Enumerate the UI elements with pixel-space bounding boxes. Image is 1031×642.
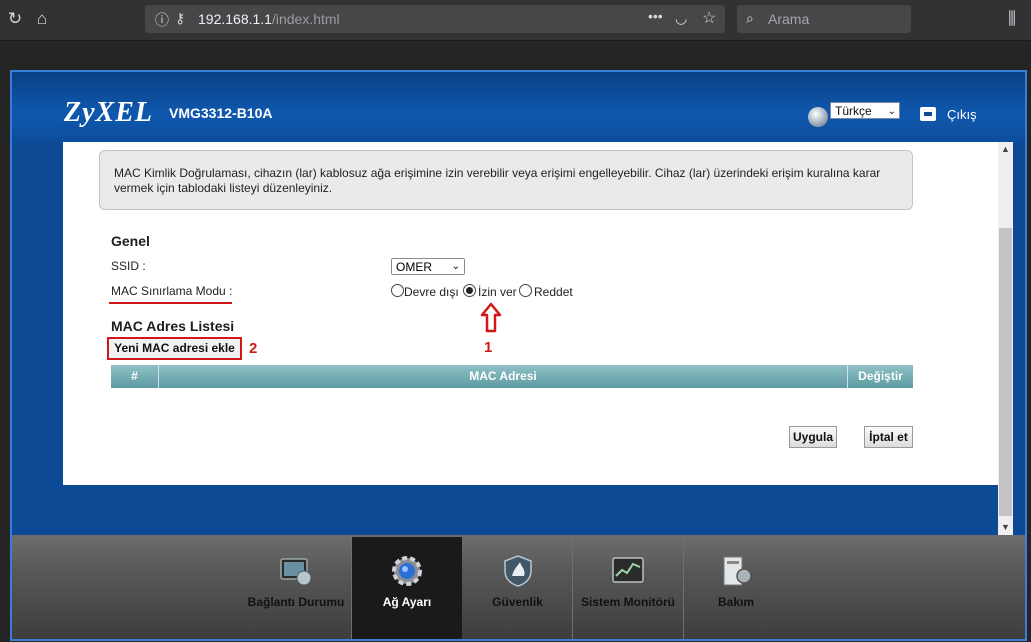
security-shield-icon: [503, 555, 532, 587]
info-text: MAC Kimlik Doğrulaması, cihazın (lar) ka…: [114, 166, 881, 195]
address-bar[interactable]: ⓘ ⚷ 192.168.1.1/index.html ••• ◡ ☆: [145, 5, 725, 33]
annotation-marker-1: 1: [484, 339, 493, 356]
nav-item-maintenance[interactable]: Bakım: [684, 537, 788, 639]
model-name: VMG3312-B10A: [169, 105, 273, 121]
url-host: 192.168.1.1: [198, 11, 272, 27]
nav-label-system-monitor: Sistem Monitörü: [580, 595, 675, 609]
more-icon[interactable]: •••: [648, 8, 663, 24]
ssid-value: OMER: [396, 260, 432, 274]
home-icon[interactable]: ⌂: [31, 8, 53, 30]
nav-item-system-monitor[interactable]: Sistem Monitörü: [573, 537, 684, 639]
library-icon[interactable]: ⫼: [1001, 8, 1023, 30]
chevron-down-icon: ⌄: [887, 106, 896, 117]
scrollbar[interactable]: ▲ ▼: [998, 142, 1013, 535]
search-icon: ⌕: [746, 10, 754, 26]
nav-label-connection-status: Bağlantı Durumu: [247, 595, 345, 609]
scroll-down-icon[interactable]: ▼: [1001, 522, 1010, 532]
header: ZyXEL VMG3312-B10A Türkçe ⌄ Çıkış: [12, 72, 1025, 142]
ssid-select[interactable]: OMER ⌄: [391, 258, 465, 275]
radio-deny[interactable]: [519, 284, 532, 297]
mac-mode-label: MAC Sınırlama Modu :: [111, 284, 233, 298]
language-globe-icon: [808, 107, 828, 127]
brand-logo: ZyXEL: [64, 97, 153, 128]
bookmark-star-icon[interactable]: ☆: [702, 8, 716, 28]
content-panel: MAC Kimlik Doğrulaması, cihazın (lar) ka…: [63, 142, 998, 485]
url-text[interactable]: 192.168.1.1/index.html: [198, 11, 340, 27]
apply-button[interactable]: Uygula: [789, 426, 837, 448]
radio-disabled-label: Devre dışı: [404, 285, 459, 299]
mode-label-underline: [109, 302, 232, 304]
col-header-mac: MAC Adresi: [469, 369, 537, 383]
annotation-marker-2: 2: [249, 340, 258, 357]
mac-list-title: MAC Adres Listesi: [111, 318, 235, 334]
radio-allow-label: İzin ver: [478, 285, 517, 299]
logout-icon[interactable]: [920, 107, 936, 121]
language-select[interactable]: Türkçe ⌄: [830, 102, 900, 119]
logout-link[interactable]: Çıkış: [947, 107, 977, 122]
nav-label-maintenance: Bakım: [717, 595, 755, 609]
bottom-navigation: Bağlantı Durumu Ağ Ayarı Güvenlik Sistem…: [12, 535, 1025, 639]
language-value: Türkçe: [835, 104, 872, 118]
annotation-arrow-up-icon: [480, 302, 502, 333]
reload-icon[interactable]: ↻: [4, 8, 26, 30]
browser-toolbar: ↻ ⌂ ⓘ ⚷ 192.168.1.1/index.html ••• ◡ ☆ ⌕…: [0, 0, 1031, 41]
page-viewport: ZyXEL VMG3312-B10A Türkçe ⌄ Çıkış MAC Ki…: [0, 41, 1031, 642]
radio-disabled[interactable]: [391, 284, 404, 297]
info-box: MAC Kimlik Doğrulaması, cihazın (lar) ka…: [99, 150, 913, 210]
router-admin-frame: ZyXEL VMG3312-B10A Türkçe ⌄ Çıkış MAC Ki…: [10, 70, 1027, 641]
search-box[interactable]: ⌕ Arama: [737, 5, 911, 33]
ssid-label: SSID :: [111, 259, 146, 273]
col-header-modify: Değiştir: [858, 369, 903, 383]
nav-item-network-settings[interactable]: Ağ Ayarı: [352, 537, 462, 639]
scroll-thumb[interactable]: [999, 228, 1012, 516]
system-monitor-icon: [612, 557, 644, 583]
mac-address-table: # MAC Adresi Değiştir: [111, 365, 913, 388]
nav-item-security[interactable]: Güvenlik: [463, 537, 573, 639]
add-mac-button[interactable]: Yeni MAC adresi ekle: [107, 337, 242, 360]
nav-label-network-settings: Ağ Ayarı: [382, 595, 432, 609]
info-icon[interactable]: ⓘ: [155, 10, 169, 30]
cancel-button[interactable]: İptal et: [864, 426, 913, 448]
pocket-icon[interactable]: ◡: [675, 10, 687, 27]
network-settings-gear-icon: [392, 556, 422, 586]
scroll-up-icon[interactable]: ▲: [1001, 144, 1010, 154]
search-placeholder: Arama: [768, 11, 810, 27]
general-title: Genel: [111, 233, 150, 249]
connection-status-icon: [280, 558, 312, 586]
url-path: /index.html: [271, 11, 340, 27]
key-icon[interactable]: ⚷: [175, 10, 185, 27]
col-header-index: #: [131, 369, 138, 383]
radio-deny-label: Reddet: [534, 285, 573, 299]
radio-allow[interactable]: [463, 284, 476, 297]
nav-label-security: Güvenlik: [492, 595, 543, 609]
nav-item-connection-status[interactable]: Bağlantı Durumu: [241, 537, 352, 639]
chevron-down-icon: ⌄: [451, 261, 460, 272]
maintenance-icon: [723, 556, 752, 586]
